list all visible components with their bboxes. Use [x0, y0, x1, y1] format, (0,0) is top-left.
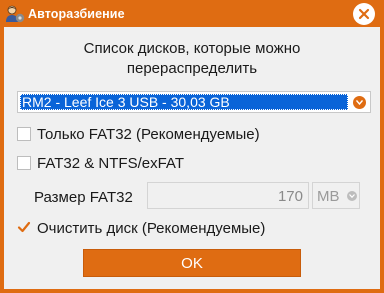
fat32-only-label: Только FAT32 (Рекомендуемые) [37, 126, 260, 143]
disk-list-heading: Список дисков, которые можно перераспред… [4, 39, 380, 79]
clean-disk-option[interactable]: Очистить диск (Рекомендуемые) [17, 219, 317, 239]
window-title: Авторазбиение [28, 7, 125, 21]
size-unit-value: MB [317, 188, 340, 205]
close-button[interactable] [353, 3, 375, 25]
user-gear-icon [5, 4, 25, 24]
disk-select[interactable]: RM2 - Leef Ice 3 USB - 30,03 GB [17, 91, 371, 113]
fat32-ntfs-label: FAT32 & NTFS/exFAT [37, 155, 184, 172]
disk-select-value: RM2 - Leef Ice 3 USB - 30,03 GB [20, 94, 348, 110]
fat32-size-label: Размер FAT32 [34, 189, 133, 206]
fat32-ntfs-option[interactable]: FAT32 & NTFS/exFAT [17, 154, 237, 174]
close-icon [358, 8, 370, 20]
chevron-down-icon [347, 191, 357, 201]
fat32-size-value: 170 [277, 188, 303, 205]
fat32-size-input[interactable]: 170 [147, 182, 309, 209]
chevron-down-icon[interactable] [353, 96, 366, 109]
autopartition-dialog: Авторазбиение Список дисков, которые мож… [0, 0, 384, 293]
heading-line-2: перераспределить [126, 60, 258, 77]
ok-button[interactable]: OK [83, 249, 301, 277]
title-bar[interactable]: Авторазбиение [0, 0, 384, 27]
clean-disk-label: Очистить диск (Рекомендуемые) [37, 220, 266, 237]
fat32-only-option[interactable]: Только FAT32 (Рекомендуемые) [17, 125, 307, 145]
ok-button-label: OK [181, 255, 203, 272]
checkmark-icon[interactable] [17, 220, 31, 234]
fat32-ntfs-checkbox[interactable] [17, 156, 31, 170]
dialog-body: Список дисков, которые можно перераспред… [4, 27, 380, 289]
size-unit-select[interactable]: MB [312, 182, 360, 209]
fat32-only-checkbox[interactable] [17, 127, 31, 141]
heading-line-1: Список дисков, которые можно [83, 40, 301, 57]
